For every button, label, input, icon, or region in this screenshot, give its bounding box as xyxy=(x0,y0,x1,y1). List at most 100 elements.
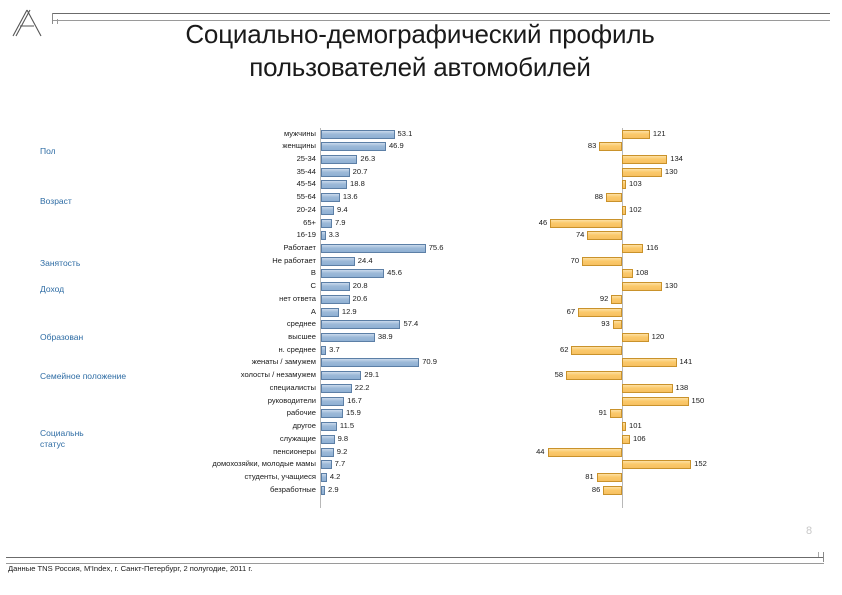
percent-bar-value: 7.7 xyxy=(334,459,346,469)
chart-row: н. среднее 3.7 62 xyxy=(0,344,842,357)
index-bar-value: 106 xyxy=(632,433,646,443)
brand-logo-icon xyxy=(12,9,42,37)
header-rule-corner xyxy=(52,13,53,24)
chart-row: другое 11.5 101 xyxy=(0,421,842,434)
percent-bar xyxy=(321,218,332,228)
percent-bar xyxy=(321,269,385,279)
percent-bar xyxy=(321,320,401,330)
index-bar xyxy=(622,129,650,139)
index-bar-value: 103 xyxy=(629,179,642,189)
chart-row-label: 35-44 xyxy=(296,166,316,176)
index-bar xyxy=(622,205,626,215)
percent-bar-value: 18.8 xyxy=(350,179,365,189)
percent-bar-value: 15.9 xyxy=(346,408,361,418)
percent-bar xyxy=(321,142,386,152)
percent-bar-value: 13.6 xyxy=(342,192,358,202)
chart-row-label: служащие xyxy=(279,433,316,443)
index-bar-value: 81 xyxy=(585,471,594,481)
percent-bar-value: 20.7 xyxy=(352,166,368,176)
percent-bar xyxy=(321,333,375,343)
percent-bar xyxy=(321,472,327,482)
index-bar-value: 130 xyxy=(664,166,678,176)
slide-title-line-1: Социально-демографический профиль xyxy=(185,19,655,49)
index-bar xyxy=(622,333,649,343)
chart-row: 20-24 9.4 102 xyxy=(0,204,842,217)
chart-row-label: C xyxy=(310,281,316,291)
percent-bar-value: 46.9 xyxy=(388,141,404,151)
index-bar xyxy=(587,231,622,241)
percent-bar-value: 57.4 xyxy=(403,319,419,329)
percent-bar-value: 9.4 xyxy=(337,204,348,214)
index-bar-value: 138 xyxy=(675,382,689,392)
chart-row-label: 25-34 xyxy=(296,153,316,163)
chart-row: Не работает 24.4 70 xyxy=(0,255,842,268)
percent-bar-value: 9.8 xyxy=(337,433,349,443)
chart-row: 16-19 3.3 74 xyxy=(0,230,842,243)
chart-row: нет ответа 20.6 92 xyxy=(0,293,842,306)
index-bar-value: 83 xyxy=(587,141,597,151)
percent-bar xyxy=(321,460,332,470)
percent-bar-value: 29.1 xyxy=(364,370,380,380)
index-bar xyxy=(603,485,622,495)
percent-bar xyxy=(321,180,348,190)
chart-row-label: женаты / замужем xyxy=(251,357,316,367)
slide-title: Социально-демографический профиль пользо… xyxy=(60,18,780,84)
chart-row: 65+ 7.9 46 xyxy=(0,217,842,230)
index-bar xyxy=(550,218,622,228)
chart-row-label: Не работает xyxy=(272,255,316,265)
footer-rule xyxy=(6,557,824,564)
chart-row-label: специалисты xyxy=(269,382,316,392)
index-bar-value: 91 xyxy=(598,408,608,418)
percent-bar xyxy=(321,205,335,215)
index-bar xyxy=(566,371,622,381)
percent-bar xyxy=(321,371,362,381)
percent-bar-value: 45.6 xyxy=(387,268,402,278)
index-bar xyxy=(622,282,662,292)
percent-bar-value: 24.4 xyxy=(357,255,373,265)
index-bar xyxy=(611,294,622,304)
chart-row-label: рабочие xyxy=(286,408,316,418)
index-bar xyxy=(622,396,689,406)
index-bar-value: 101 xyxy=(629,421,642,431)
index-bar-value: 86 xyxy=(591,484,601,494)
index-bar-value: 93 xyxy=(601,319,610,329)
chart-row-label: безработные xyxy=(269,484,316,494)
percent-bar xyxy=(321,154,358,164)
percent-bar xyxy=(321,193,340,203)
percent-bar-value: 11.5 xyxy=(339,421,355,431)
percent-bar xyxy=(321,358,420,368)
chart-row: Работает 75.6 116 xyxy=(0,242,842,255)
percent-bar xyxy=(321,447,334,457)
index-bar-value: 102 xyxy=(629,204,642,214)
page-number: 8 xyxy=(806,525,813,537)
index-bar-value: 44 xyxy=(536,446,545,456)
percent-bar-value: 12.9 xyxy=(341,306,357,316)
chart-row-label: 65+ xyxy=(303,217,316,227)
demographic-profile-chart: Пол Возраст Занятость Доход Образован Семейно… xyxy=(0,128,842,508)
chart-row: служащие 9.8 106 xyxy=(0,433,842,446)
percent-bar xyxy=(321,422,337,432)
percent-bar-value: 75.6 xyxy=(428,242,444,252)
percent-bar xyxy=(321,231,326,241)
percent-bar-value: 2.9 xyxy=(328,484,339,494)
percent-bar-value: 70.9 xyxy=(422,357,437,367)
chart-row-label: студенты, учащиеся xyxy=(244,471,316,481)
percent-bar-value: 4.2 xyxy=(329,471,341,481)
header-rule-corner-inner xyxy=(57,19,58,24)
index-bar xyxy=(599,142,622,152)
percent-bar xyxy=(321,294,350,304)
chart-row: женаты / замужем 70.9 141 xyxy=(0,357,842,370)
footer-rule-corner xyxy=(823,552,824,562)
chart-row: женщины 46.9 83 xyxy=(0,141,842,154)
chart-row: холосты / незамужем 29.1 58 xyxy=(0,370,842,383)
index-bar-value: 92 xyxy=(599,293,609,303)
index-bar-value: 120 xyxy=(651,332,665,342)
index-bar-value: 121 xyxy=(652,128,666,138)
chart-row: студенты, учащиеся 4.2 81 xyxy=(0,471,842,484)
chart-row-label: среднее xyxy=(286,319,316,329)
source-note: Данные TNS Россия, M'Index, г. Санкт-Пет… xyxy=(8,564,253,573)
index-bar xyxy=(622,434,630,444)
index-bar-value: 67 xyxy=(566,306,576,316)
chart-row: 55-64 13.6 88 xyxy=(0,192,842,205)
percent-bar-value: 38.9 xyxy=(377,332,393,342)
